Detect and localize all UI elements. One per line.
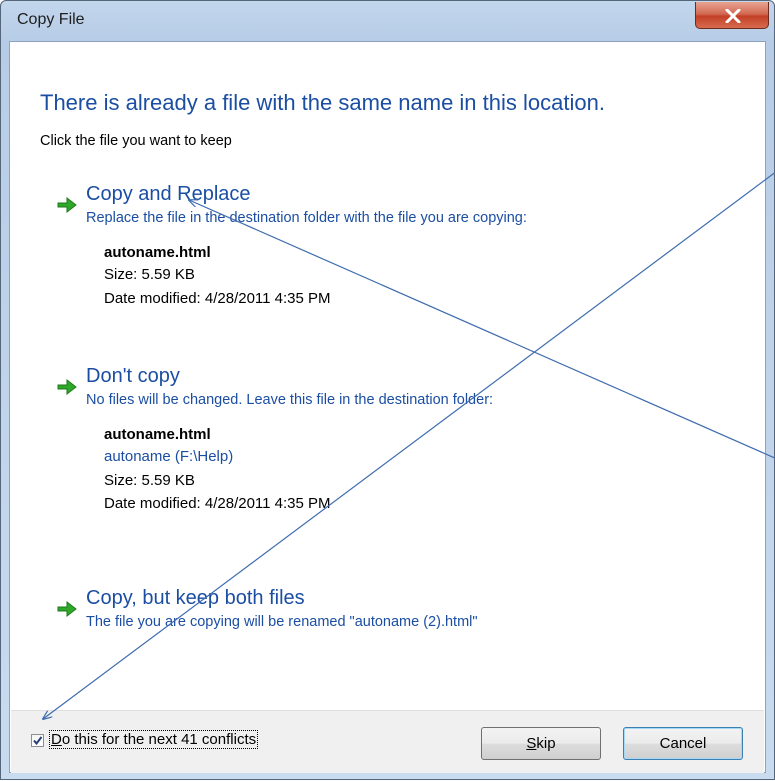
skip-button[interactable]: Skip	[481, 727, 601, 760]
green-arrow-icon	[57, 600, 77, 618]
conflicts-checkbox[interactable]	[31, 734, 44, 747]
cancel-button[interactable]: Cancel	[623, 727, 743, 760]
dialog-instruction: Click the file you want to keep	[40, 133, 232, 149]
option-title: Copy, but keep both files	[86, 587, 305, 609]
file-location: autoname (F:\Help)	[104, 448, 234, 465]
close-button[interactable]	[695, 2, 769, 29]
file-size: Size: 5.59 KB	[104, 266, 195, 283]
file-date-modified: Date modified: 4/28/2011 4:35 PM	[104, 495, 331, 512]
dialog-footer: Do this for the next 41 conflicts Skip C…	[11, 710, 764, 773]
dialog-body: There is already a file with the same na…	[9, 41, 766, 773]
option-title: Don't copy	[86, 365, 180, 387]
checkmark-icon	[33, 736, 43, 746]
green-arrow-icon	[57, 378, 77, 396]
skip-button-label: Skip	[526, 735, 556, 752]
dialog-heading: There is already a file with the same na…	[40, 90, 605, 115]
file-size: Size: 5.59 KB	[104, 472, 195, 489]
option-description: Replace the file in the destination fold…	[86, 210, 527, 226]
option-title: Copy and Replace	[86, 183, 251, 205]
file-date-modified: Date modified: 4/28/2011 4:35 PM	[104, 290, 331, 307]
file-name: autoname.html	[104, 244, 211, 261]
copy-file-dialog: Copy File There is already a file with t…	[0, 0, 775, 780]
window-title: Copy File	[17, 11, 85, 28]
option-description: The file you are copying will be renamed…	[86, 614, 478, 630]
file-name: autoname.html	[104, 426, 211, 443]
option-description: No files will be changed. Leave this fil…	[86, 392, 494, 408]
close-icon	[725, 9, 741, 23]
cancel-button-label: Cancel	[659, 735, 707, 752]
conflicts-checkbox-label[interactable]: Do this for the next 41 conflicts	[49, 730, 259, 749]
green-arrow-icon	[57, 196, 77, 214]
title-bar[interactable]: Copy File	[1, 1, 774, 41]
